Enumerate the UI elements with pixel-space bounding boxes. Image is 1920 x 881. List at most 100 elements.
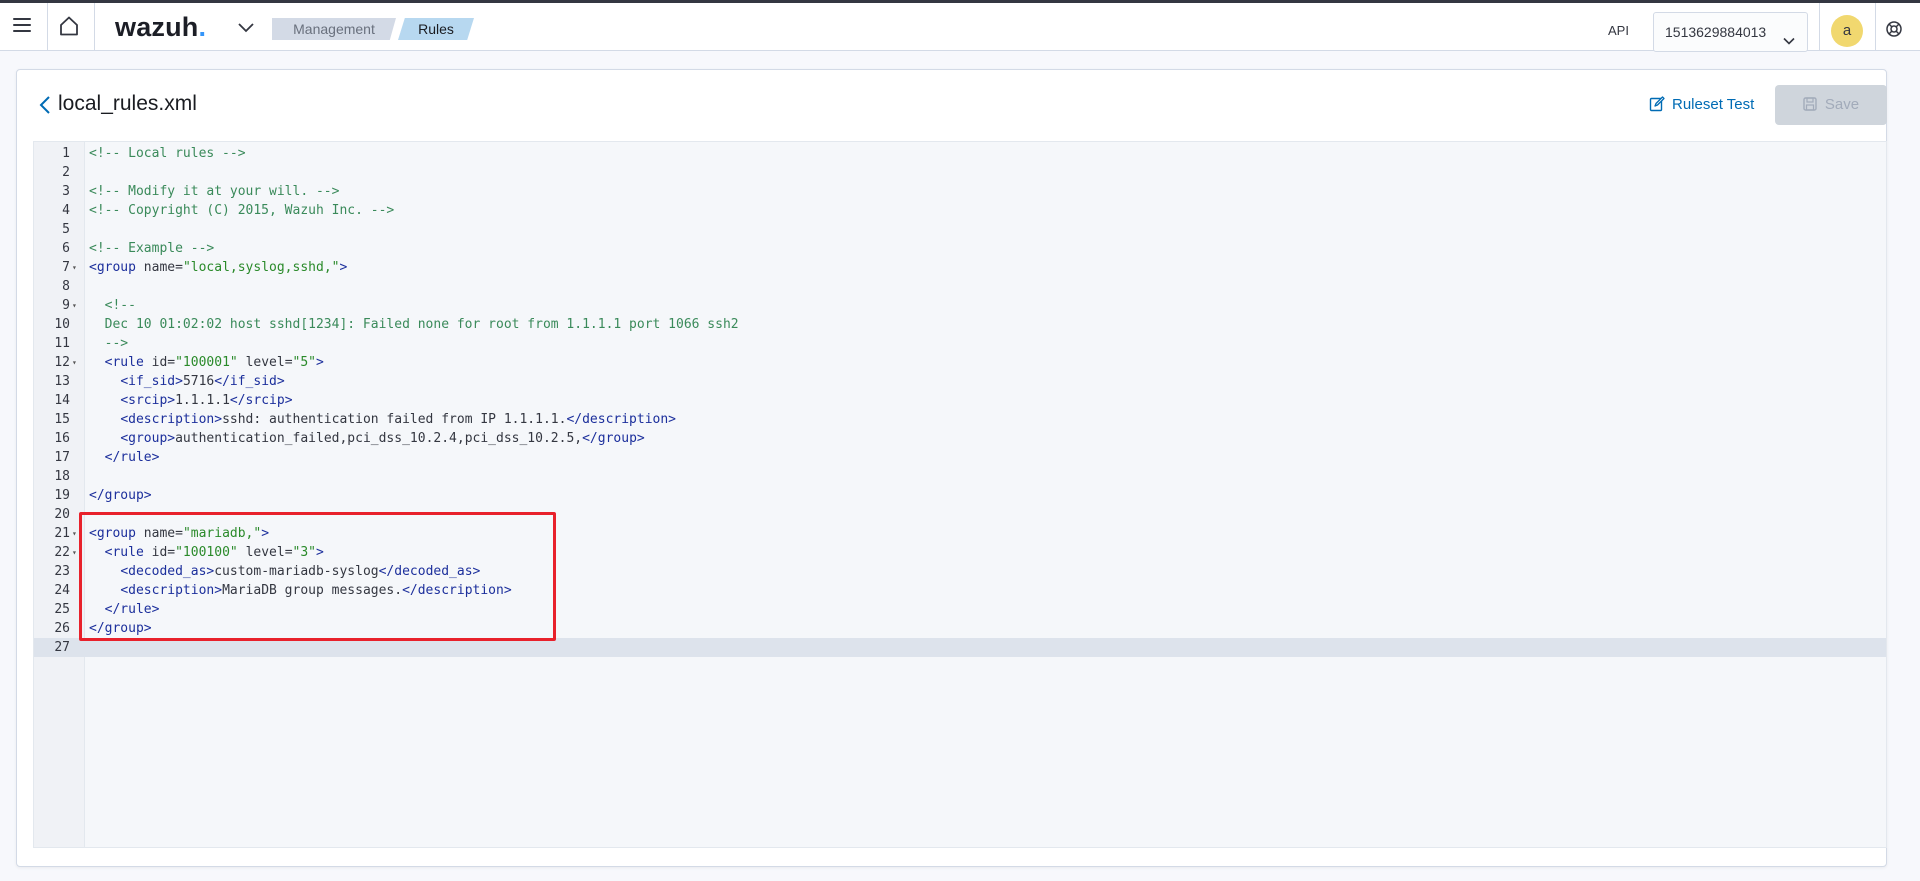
code-line[interactable]: 26 </group> <box>34 619 1886 638</box>
line-code: <group name="local,syslog,sshd,"> <box>89 260 348 275</box>
menu-icon[interactable] <box>13 18 31 32</box>
line-number: 15 <box>54 412 70 427</box>
line-number: 4 <box>62 203 70 218</box>
ruleset-test-label: Ruleset Test <box>1672 96 1755 113</box>
code-line[interactable]: 15 <description>sshd: authentication fai… <box>34 410 1886 429</box>
fold-toggle-icon[interactable]: ▾ <box>72 258 77 277</box>
code-line[interactable]: 4 <!-- Copyright (C) 2015, Wazuh Inc. --> <box>34 201 1886 220</box>
code-line[interactable]: 16 <group>authentication_failed,pci_dss_… <box>34 429 1886 448</box>
code-line[interactable]: 14 <srcip>1.1.1.1</srcip> <box>34 391 1886 410</box>
code-line[interactable]: 25 </rule> <box>34 600 1886 619</box>
line-code: <!-- Example --> <box>89 241 215 256</box>
code-line[interactable]: 1 <!-- Local rules --> <box>34 144 1886 163</box>
code-line[interactable]: 24 <description>MariaDB group messages.<… <box>34 581 1886 600</box>
api-select[interactable]: 1513629884013 <box>1653 12 1808 52</box>
top-header: wazuh. Management Rules API 151362988401… <box>0 3 1920 52</box>
page-title: local_rules.xml <box>58 92 197 115</box>
line-number: 8 <box>62 279 70 294</box>
line-number: 20 <box>54 507 70 522</box>
line-number: 13 <box>54 374 70 389</box>
api-label: API <box>1608 23 1629 38</box>
line-number: 24 <box>54 583 70 598</box>
code-line[interactable]: 6 <!-- Example --> <box>34 239 1886 258</box>
line-number: 22 <box>54 545 70 560</box>
avatar[interactable]: a <box>1831 15 1863 47</box>
line-code: <if_sid>5716</if_sid> <box>120 374 285 389</box>
home-icon[interactable] <box>58 15 80 42</box>
line-code: <description>MariaDB group messages.</de… <box>120 583 512 598</box>
code-line[interactable]: 13 <if_sid>5716</if_sid> <box>34 372 1886 391</box>
code-line[interactable]: 3 <!-- Modify it at your will. --> <box>34 182 1886 201</box>
edit-icon <box>1649 96 1665 112</box>
code-line[interactable]: 27 <box>34 638 1886 657</box>
code-line[interactable]: 2 <box>34 163 1886 182</box>
line-code: </group> <box>89 621 152 636</box>
api-select-value: 1513629884013 <box>1665 24 1767 40</box>
save-button[interactable]: Save <box>1775 85 1887 125</box>
fold-toggle-icon[interactable]: ▾ <box>72 524 77 543</box>
line-code: <rule id="100100" level="3"> <box>104 545 324 560</box>
code-line[interactable]: 9 ▾ <!-- <box>34 296 1886 315</box>
code-line[interactable]: 10 Dec 10 01:02:02 host sshd[1234]: Fail… <box>34 315 1886 334</box>
arrow-left-icon[interactable] <box>38 95 52 120</box>
ruleset-test-button[interactable]: Ruleset Test <box>1649 96 1754 118</box>
line-number: 1 <box>62 146 70 161</box>
code-line[interactable]: 19 </group> <box>34 486 1886 505</box>
line-number: 14 <box>54 393 70 408</box>
line-number: 12 <box>54 355 70 370</box>
code-line[interactable]: 7 ▾ <group name="local,syslog,sshd,"> <box>34 258 1886 277</box>
line-number: 27 <box>54 640 70 655</box>
code-editor[interactable]: 1 <!-- Local rules --> 2 3 <!-- Modify it at… <box>33 141 1887 848</box>
header-divider <box>1875 3 1876 51</box>
code-line[interactable]: 8 <box>34 277 1886 296</box>
line-number: 10 <box>54 317 70 332</box>
line-number: 19 <box>54 488 70 503</box>
line-code: Dec 10 01:02:02 host sshd[1234]: Failed … <box>104 317 739 332</box>
code-line[interactable]: 5 <box>34 220 1886 239</box>
wazuh-logo[interactable]: wazuh. <box>115 12 206 43</box>
chevron-down-icon <box>1782 24 1796 62</box>
header-divider <box>1819 3 1820 51</box>
line-number: 18 <box>54 469 70 484</box>
file-editor-panel: local_rules.xml Ruleset Test Save 1 <!-- … <box>16 69 1887 867</box>
breadcrumb-management[interactable]: Management <box>272 18 396 40</box>
line-number: 5 <box>62 222 70 237</box>
line-code: <group>authentication_failed,pci_dss_10.… <box>120 431 645 446</box>
line-number: 25 <box>54 602 70 617</box>
line-number: 2 <box>62 165 70 180</box>
code-line[interactable]: 12 ▾ <rule id="100001" level="5"> <box>34 353 1886 372</box>
code-line[interactable]: 11 --> <box>34 334 1886 353</box>
code-line[interactable]: 20 <box>34 505 1886 524</box>
line-number: 16 <box>54 431 70 446</box>
code-line[interactable]: 18 <box>34 467 1886 486</box>
code-line[interactable]: 21 ▾ <group name="mariadb,"> <box>34 524 1886 543</box>
line-number: 26 <box>54 621 70 636</box>
line-code: </rule> <box>104 450 160 465</box>
code-line[interactable]: 23 <decoded_as>custom-mariadb-syslog</de… <box>34 562 1886 581</box>
chevron-down-icon[interactable] <box>237 21 255 39</box>
help-icon[interactable] <box>1885 20 1903 43</box>
line-number: 11 <box>54 336 70 351</box>
fold-toggle-icon[interactable]: ▾ <box>72 296 77 315</box>
editor-lines: 1 <!-- Local rules --> 2 3 <!-- Modify it at… <box>34 142 1886 657</box>
code-line[interactable]: 17 </rule> <box>34 448 1886 467</box>
line-number: 6 <box>62 241 70 256</box>
line-number: 23 <box>54 564 70 579</box>
line-number: 3 <box>62 184 70 199</box>
fold-toggle-icon[interactable]: ▾ <box>72 353 77 372</box>
line-code: </group> <box>89 488 152 503</box>
fold-toggle-icon[interactable]: ▾ <box>72 543 77 562</box>
header-divider <box>94 3 95 51</box>
breadcrumb-rules[interactable]: Rules <box>398 18 474 40</box>
line-code: <group name="mariadb,"> <box>89 526 270 541</box>
line-code: <srcip>1.1.1.1</srcip> <box>120 393 293 408</box>
line-number: 17 <box>54 450 70 465</box>
line-code: --> <box>104 336 129 351</box>
line-code: <decoded_as>custom-mariadb-syslog</decod… <box>120 564 481 579</box>
line-code: <!-- Copyright (C) 2015, Wazuh Inc. --> <box>89 203 395 218</box>
save-icon <box>1803 97 1817 111</box>
line-number: 9 <box>62 298 70 313</box>
code-line[interactable]: 22 ▾ <rule id="100100" level="3"> <box>34 543 1886 562</box>
save-label: Save <box>1824 96 1860 113</box>
line-number: 21 <box>54 526 70 541</box>
